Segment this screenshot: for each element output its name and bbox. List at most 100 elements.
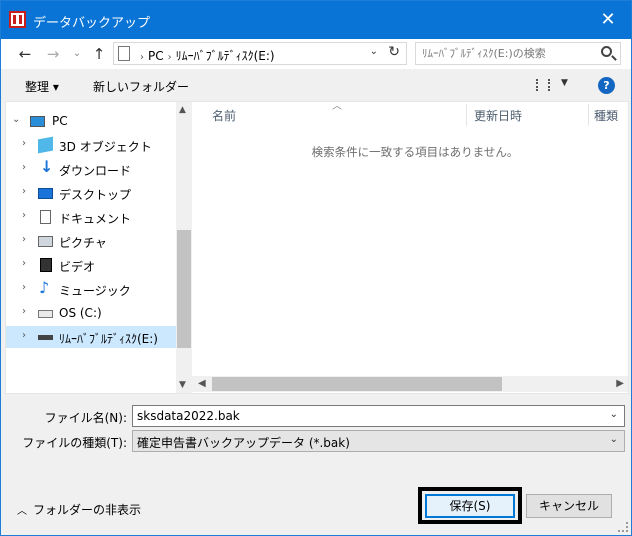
save-dialog: データバックアップ ✕ ← → ⌄ ↑ › PC › ﾘﾑｰﾊﾞﾌﾞﾙﾃﾞｨｽｸ(E:… (0, 0, 632, 536)
tree-item-label: ﾘﾑｰﾊﾞﾌﾞﾙﾃﾞｨｽｸ(E:) (59, 332, 158, 346)
column-divider[interactable] (466, 104, 467, 126)
chevron-right-icon[interactable]: › (22, 210, 26, 221)
command-bar: 整理 ▾ 新しいフォルダー ▼ ? (1, 69, 631, 101)
tree-item-pc[interactable]: ⌄ PC (6, 110, 176, 132)
chevron-down-icon[interactable]: ⌄ (610, 409, 618, 420)
tree-item-label: デスクトップ (59, 188, 132, 202)
scroll-up-icon[interactable]: ▲ (179, 105, 186, 115)
tree-item-documents[interactable]: › ドキュメント (6, 206, 176, 228)
scrollbar-thumb[interactable] (212, 377, 502, 391)
browser-area: ⌄ PC › 3D オブジェクト › ダウンロード › デスクトップ › (5, 101, 629, 394)
forward-button[interactable]: → (43, 45, 63, 63)
column-header-type[interactable]: 種類 (594, 107, 618, 124)
hide-folders-label: フォルダーの非表示 (33, 503, 142, 517)
navigation-scrollbar[interactable]: ▲ ▼ (176, 102, 192, 393)
column-header-date[interactable]: 更新日時 (474, 107, 522, 124)
tree-item-label: ミュージック (59, 284, 131, 298)
chevron-right-icon[interactable]: › (22, 186, 26, 197)
back-button[interactable]: ← (15, 45, 35, 63)
chevron-right-icon[interactable]: › (22, 258, 26, 269)
breadcrumb-separator: › (167, 52, 172, 63)
address-row: ← → ⌄ ↑ › PC › ﾘﾑｰﾊﾞﾌﾞﾙﾃﾞｨｽｸ(E:) ⌄ ↻ (1, 39, 631, 69)
new-folder-button[interactable]: 新しいフォルダー (93, 78, 189, 95)
3d-objects-icon (38, 136, 53, 154)
address-bar[interactable]: › PC › ﾘﾑｰﾊﾞﾌﾞﾙﾃﾞｨｽｸ(E:) ⌄ ↻ (113, 42, 407, 65)
desktop-icon (38, 188, 53, 199)
save-button[interactable]: 保存(S) (425, 494, 515, 518)
breadcrumb-pc[interactable]: PC (148, 49, 164, 63)
column-divider[interactable] (588, 104, 589, 126)
tree-item-downloads[interactable]: › ダウンロード (6, 157, 176, 180)
tree-item-videos[interactable]: › ビデオ (6, 254, 176, 276)
search-input[interactable] (422, 45, 592, 62)
chevron-right-icon[interactable]: › (22, 282, 26, 293)
tree-item-desktop[interactable]: › デスクトップ (6, 182, 176, 204)
refresh-icon[interactable]: ↻ (388, 44, 400, 60)
empty-message: 検索条件に一致する項目はありません。 (311, 145, 519, 159)
up-button[interactable]: ↑ (89, 45, 109, 63)
tree-item-3d-objects[interactable]: › 3D オブジェクト (6, 134, 176, 156)
tree-item-label: ビデオ (59, 260, 96, 274)
tree-item-label: 3D オブジェクト (59, 140, 152, 154)
documents-icon (40, 210, 51, 224)
app-icon (9, 11, 26, 28)
scroll-down-icon[interactable]: ▼ (179, 380, 186, 390)
tree-item-os-drive[interactable]: › OS (C:) (6, 302, 176, 324)
recent-locations-button[interactable]: ⌄ (67, 45, 87, 63)
tree-item-label: ピクチャ (59, 236, 107, 250)
tree-item-label: PC (52, 114, 68, 128)
resize-grip-icon[interactable] (618, 522, 628, 532)
sort-ascending-icon: ︿ (332, 101, 342, 112)
hide-folders-button[interactable]: ︿ フォルダーの非表示 (17, 501, 141, 518)
cancel-button[interactable]: キャンセル (526, 494, 612, 518)
breadcrumb-separator: › (140, 52, 144, 63)
address-history-dropdown[interactable]: ⌄ (370, 46, 378, 57)
music-icon (38, 278, 53, 297)
view-options-icon[interactable] (536, 79, 550, 91)
location-icon (118, 46, 130, 61)
removable-disk-icon (38, 335, 53, 340)
chevron-right-icon[interactable]: › (22, 162, 26, 173)
chevron-right-icon[interactable]: › (22, 234, 26, 245)
tree-item-label: ダウンロード (59, 164, 132, 178)
tree-item-label: ドキュメント (59, 212, 132, 226)
filename-field[interactable]: ⌄ (132, 405, 625, 427)
tree-item-pictures[interactable]: › ピクチャ (6, 230, 176, 252)
window-title: データバックアップ (33, 16, 151, 31)
filetype-label: ファイルの種類(T): (22, 436, 127, 450)
scrollbar-thumb[interactable] (177, 230, 191, 348)
filename-label: ファイル名(N): (44, 411, 127, 425)
help-icon[interactable]: ? (598, 77, 615, 94)
breadcrumb: › PC › ﾘﾑｰﾊﾞﾌﾞﾙﾃﾞｨｽｸ(E:) (136, 47, 275, 64)
chevron-right-icon[interactable]: › (22, 138, 26, 149)
filetype-select[interactable]: 確定申告書バックアップデータ (*.bak) ⌄ (132, 430, 625, 452)
organize-button[interactable]: 整理 ▾ (25, 78, 59, 95)
videos-icon (40, 258, 52, 272)
scroll-right-icon[interactable]: ▶ (616, 378, 624, 389)
chevron-right-icon[interactable]: › (22, 330, 26, 341)
tree-item-music[interactable]: › ミュージック (6, 278, 176, 300)
chevron-right-icon[interactable]: › (22, 306, 26, 317)
horizontal-scrollbar[interactable]: ◀ ▶ (192, 376, 628, 392)
search-icon[interactable] (601, 46, 612, 57)
title-bar: データバックアップ ✕ (1, 1, 631, 39)
view-options-dropdown[interactable]: ▼ (561, 78, 568, 88)
close-button[interactable]: ✕ (585, 1, 631, 39)
pictures-icon (38, 236, 53, 247)
filetype-value: 確定申告書バックアップデータ (*.bak) (137, 436, 350, 450)
chevron-down-icon[interactable]: ⌄ (610, 434, 618, 445)
breadcrumb-removable-disk[interactable]: ﾘﾑｰﾊﾞﾌﾞﾙﾃﾞｨｽｸ(E:) (176, 49, 275, 63)
file-list: ︿ 名前 更新日時 種類 検索条件に一致する項目はありません。 ◀ ▶ (192, 101, 628, 393)
tree-item-label: OS (C:) (59, 306, 102, 320)
expand-arrow-icon[interactable]: ⌄ (12, 114, 20, 125)
downloads-icon (38, 157, 53, 176)
tree-item-removable-disk[interactable]: › ﾘﾑｰﾊﾞﾌﾞﾙﾃﾞｨｽｸ(E:) (6, 326, 176, 348)
filename-input[interactable] (137, 408, 607, 424)
os-drive-icon (38, 310, 53, 318)
column-header-name[interactable]: 名前 (212, 107, 236, 124)
search-box[interactable] (415, 42, 621, 65)
scroll-left-icon[interactable]: ◀ (198, 378, 206, 389)
pc-icon (30, 116, 45, 127)
chevron-up-icon: ︿ (17, 506, 27, 517)
navigation-pane: ⌄ PC › 3D オブジェクト › ダウンロード › デスクトップ › (6, 102, 192, 393)
